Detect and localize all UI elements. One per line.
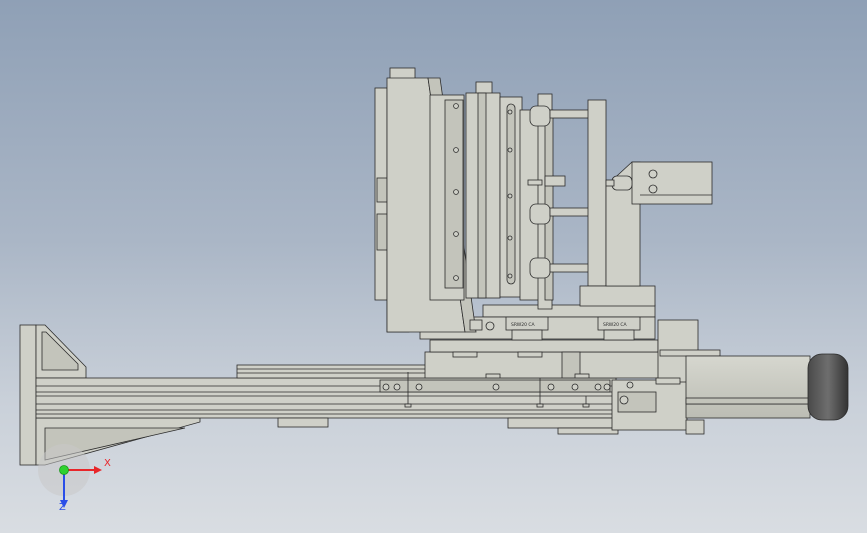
right-upright: [579, 99, 713, 307]
guide-carriage-left-label: SRW20 CA: [511, 322, 536, 328]
z-axis-label: Z: [59, 502, 66, 513]
cad-viewport[interactable]: SRW20 CA SRW20 CA X Z: [0, 0, 867, 533]
linear-stage-model[interactable]: SRW20 CA SRW20 CA: [0, 0, 867, 533]
guide-carriage-right-label: SRW20 CA: [603, 322, 628, 328]
base-carriage: [424, 339, 662, 379]
coordinate-triad: [38, 444, 102, 508]
x-axis-label: X: [104, 458, 111, 469]
guide-carriage-right: SRW20 CA: [597, 316, 641, 341]
servo-motor: [685, 353, 849, 421]
